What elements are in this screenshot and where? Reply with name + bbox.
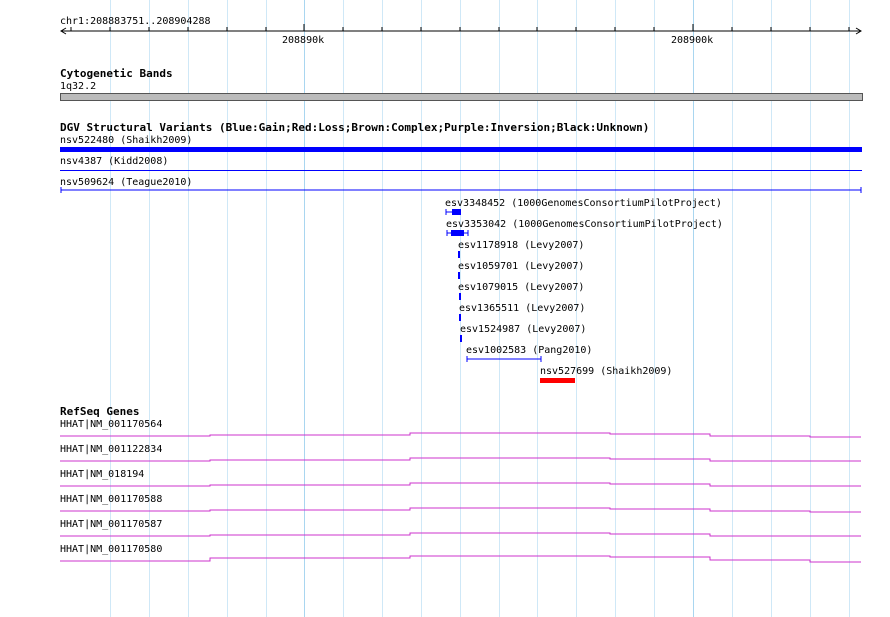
gene-feature[interactable] <box>60 532 861 537</box>
gene-features-svg <box>60 432 861 563</box>
gene-feature[interactable] <box>60 507 861 513</box>
gene-feature[interactable] <box>60 432 861 438</box>
gene-feature[interactable] <box>60 482 861 487</box>
gene-feature[interactable] <box>60 555 861 563</box>
gene-feature[interactable] <box>60 457 861 462</box>
